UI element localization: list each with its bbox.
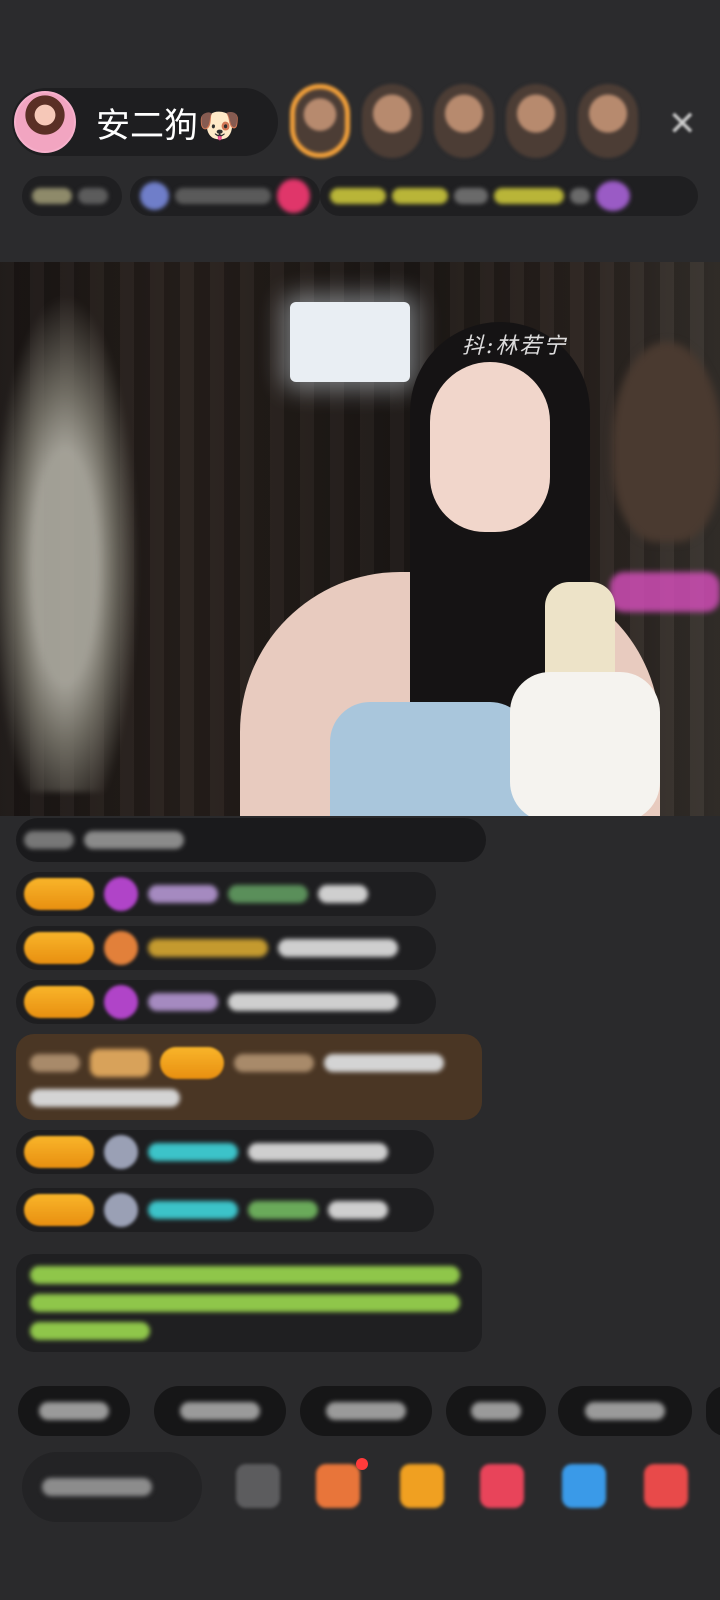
- comment-input[interactable]: [22, 1452, 202, 1522]
- viewer-avatar[interactable]: [362, 84, 422, 158]
- quick-reply-row: [18, 1386, 720, 1436]
- system-notice: [16, 1254, 482, 1352]
- level-badge: [160, 1047, 224, 1079]
- anchor-info-pill[interactable]: 安二狗🐶: [12, 88, 278, 156]
- notification-dot: [356, 1458, 368, 1470]
- dog-emoji-icon: 🐶: [198, 105, 241, 146]
- quick-reply-chip[interactable]: [446, 1386, 546, 1436]
- level-badge: [24, 986, 94, 1018]
- activity-chip[interactable]: [320, 176, 698, 216]
- close-icon[interactable]: ✕: [668, 104, 697, 144]
- quick-reply-chip[interactable]: [558, 1386, 692, 1436]
- fan-badge-icon: [104, 1135, 138, 1169]
- fan-badge-icon: [104, 985, 138, 1019]
- quick-reply-chip[interactable]: [154, 1386, 286, 1436]
- quick-reply-chip[interactable]: [18, 1386, 130, 1436]
- bottom-action-bar: [0, 1452, 720, 1524]
- viewer-avatar[interactable]: [578, 84, 638, 158]
- christmas-tree: [0, 292, 140, 792]
- game-icon[interactable]: [562, 1464, 606, 1508]
- chat-message[interactable]: [16, 818, 486, 862]
- anchor-name: 安二狗: [96, 105, 198, 146]
- donald-duck-plush: [510, 672, 660, 816]
- anchor-avatar[interactable]: [14, 91, 76, 153]
- chat-message[interactable]: [16, 926, 436, 970]
- viewer-avatar[interactable]: [290, 84, 350, 158]
- pink-light: [610, 572, 720, 612]
- anchor-name-wrap: 安二狗🐶: [96, 98, 240, 147]
- level-badge: [24, 932, 94, 964]
- quick-reply-chip[interactable]: [300, 1386, 432, 1436]
- viewer-avatar[interactable]: [434, 84, 494, 158]
- level-badge: [24, 1194, 94, 1226]
- live-header: 安二狗🐶 ✕: [0, 0, 720, 262]
- gift-icon[interactable]: [644, 1464, 688, 1508]
- streamer-face: [430, 362, 550, 532]
- plush-toy: [612, 342, 720, 542]
- fan-badge-icon: [104, 931, 138, 965]
- quick-reply-chip[interactable]: [706, 1386, 720, 1436]
- rank-chip[interactable]: [22, 176, 122, 216]
- popularity-chip[interactable]: [130, 176, 320, 216]
- fan-badge-icon: [104, 877, 138, 911]
- more-icon[interactable]: [236, 1464, 280, 1508]
- chat-message-highlight[interactable]: [16, 1034, 482, 1120]
- streamer-top: [330, 702, 530, 816]
- chat-message[interactable]: [16, 1130, 434, 1174]
- chat-message[interactable]: [16, 980, 436, 1024]
- gift-bag-icon[interactable]: [400, 1464, 444, 1508]
- video-watermark: 抖:林若宁: [462, 334, 568, 359]
- fan-badge-icon: [104, 1193, 138, 1227]
- info-chip-row: [22, 176, 698, 216]
- fans-club-icon[interactable]: [316, 1464, 360, 1508]
- chat-message[interactable]: [16, 1188, 434, 1232]
- viewer-avatar[interactable]: [506, 84, 566, 158]
- hongbao-icon[interactable]: [480, 1464, 524, 1508]
- level-badge: [24, 1136, 94, 1168]
- top-viewers: [290, 84, 638, 158]
- level-badge: [24, 878, 94, 910]
- chat-message[interactable]: [16, 872, 436, 916]
- live-video[interactable]: 抖:林若宁: [0, 262, 720, 816]
